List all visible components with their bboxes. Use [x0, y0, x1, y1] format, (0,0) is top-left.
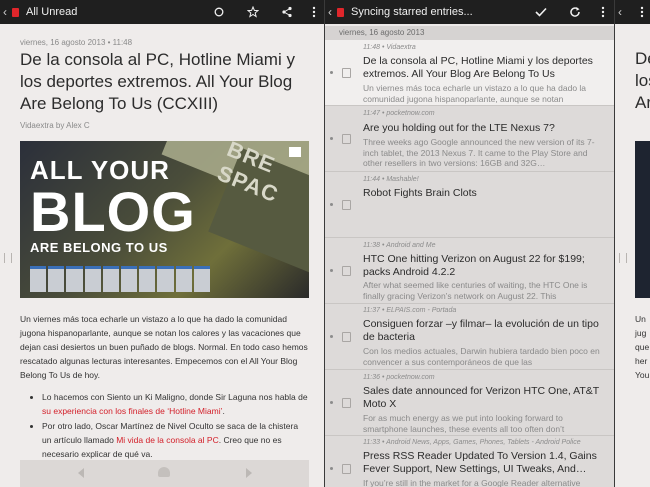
android-icon[interactable] — [158, 467, 170, 477]
article-nav-strip — [20, 460, 309, 487]
pane-drag-handle[interactable] — [619, 253, 627, 263]
share-icon[interactable] — [270, 0, 304, 24]
entry-title: Consiguen forzar –y filmar– la evolución… — [363, 318, 599, 343]
entry-row[interactable]: 11:37 • ELPAIS.com - Portada Consiguen f… — [325, 304, 614, 370]
article-hero-image[interactable] — [635, 141, 650, 298]
unread-dot-icon — [330, 335, 333, 338]
hero-screenshot-strip — [30, 266, 211, 292]
entry-snippet: If you’re still in the market for a Goog… — [363, 478, 581, 487]
back-chevron-icon[interactable]: ‹ — [615, 5, 625, 19]
entry-title: Sales date announced for Verizon HTC One… — [363, 385, 599, 410]
star-toggle-icon[interactable] — [342, 68, 351, 78]
entry-snippet: Con los medios actuales, Darwin hubiera … — [363, 346, 600, 367]
entry-snippet: Three weeks ago Google announced the new… — [363, 137, 595, 168]
unread-dot-icon — [330, 203, 333, 206]
entry-snippet: For as much energy as we put into lookin… — [363, 413, 565, 434]
mark-read-circle-icon[interactable] — [202, 0, 236, 24]
entry-row[interactable]: 11:36 • pocketnow.com Sales date announc… — [325, 370, 614, 436]
toolbar-middle: ‹ Syncing starred entries... — [325, 0, 614, 24]
article-pane-right: ‹ De l los Are Un jug que her You — [615, 0, 650, 487]
star-toggle-icon[interactable] — [342, 332, 351, 342]
article-link[interactable]: su experiencia con los finales de ‘Hotli… — [42, 406, 222, 416]
toolbar-right: ‹ — [615, 0, 650, 24]
entry-list-pane: ‹ Syncing starred entries... viernes, 16… — [325, 0, 614, 487]
article-hero-image[interactable]: BRE SPAC ALL YOUR BLOG ARE BELONG TO US — [20, 141, 309, 298]
entry-list: 11:48 • Vidaextra De la consola al PC, H… — [325, 40, 614, 487]
star-toggle-icon[interactable] — [342, 200, 351, 210]
unread-dot-icon — [330, 137, 333, 140]
unread-dot-icon — [330, 401, 333, 404]
sync-status: Syncing starred entries... — [351, 6, 473, 18]
entry-row[interactable]: 11:33 • Android News, Apps, Games, Phone… — [325, 436, 614, 487]
list-item: Por otro lado, Oscar Martínez de Nivel O… — [42, 419, 309, 461]
pane-drag-handle[interactable] — [4, 253, 12, 263]
entry-meta: 11:38 • Android and Me — [363, 242, 436, 249]
overflow-menu-icon[interactable] — [592, 0, 614, 24]
article-link[interactable]: Mi vida de la consola al PC — [116, 435, 219, 445]
entry-meta: 11:44 • Mashable! — [363, 176, 419, 183]
unread-dot-icon — [330, 467, 333, 470]
star-toggle-icon[interactable] — [342, 398, 351, 408]
entry-meta: 11:36 • pocketnow.com — [363, 374, 435, 381]
article-body-fragment: Un jug que her You — [635, 314, 650, 380]
entry-meta: 11:33 • Android News, Apps, Games, Phone… — [363, 439, 581, 446]
hero-line-2: BLOG — [30, 180, 196, 243]
entry-row[interactable]: 11:47 • pocketnow.com Are you holding ou… — [325, 106, 614, 172]
article-paragraph: Un viernes más toca echarle un vistazo a… — [20, 314, 308, 380]
refresh-icon[interactable] — [558, 0, 592, 24]
article-bullet-list: Lo hacemos con Siento un Ki Maligno, don… — [20, 390, 309, 461]
checkmark-icon[interactable] — [524, 0, 558, 24]
entry-snippet: Un viernes más toca echarle un vistazo a… — [363, 83, 587, 104]
toolbar-title: All Unread — [26, 6, 78, 18]
app-logo-icon[interactable] — [337, 7, 344, 17]
entry-row[interactable]: 11:44 • Mashable! Robot Fights Brain Clo… — [325, 172, 614, 238]
space-invader-icon — [289, 147, 301, 157]
list-item: Lo hacemos con Siento un Ki Maligno, don… — [42, 390, 309, 418]
unread-dot-icon — [330, 269, 333, 272]
article-title-fragment: De l los Are — [635, 49, 650, 112]
star-toggle-icon[interactable] — [342, 266, 351, 276]
overflow-menu-icon[interactable] — [634, 0, 650, 24]
entry-snippet: After what seemed like centuries of wait… — [363, 280, 588, 301]
article-byline[interactable]: Vidaextra by Alex C — [20, 121, 310, 130]
entry-meta: 11:48 • Vidaextra — [363, 44, 416, 51]
entry-title: De la consola al PC, Hotline Miami y los… — [363, 55, 593, 80]
back-chevron-icon[interactable]: ‹ — [325, 5, 335, 19]
entry-row[interactable]: 11:38 • Android and Me HTC One hitting V… — [325, 238, 614, 304]
toolbar-left: ‹ All Unread — [0, 0, 324, 24]
entry-meta: 11:47 • pocketnow.com — [363, 110, 435, 117]
list-date-header: viernes, 16 agosto 2013 — [325, 26, 614, 40]
article-title: De la consola al PC, Hotline Miami y los… — [20, 50, 295, 113]
article-header: viernes, 16 agosto 2013 • 11:48 De la co… — [20, 38, 310, 130]
article-date: viernes, 16 agosto 2013 • 11:48 — [20, 38, 133, 47]
previous-article-icon[interactable] — [78, 468, 84, 478]
entry-title: HTC One hitting Verizon on August 22 for… — [363, 253, 585, 278]
article-pane-left: ‹ All Unread viernes, 16 agosto 2013 • 1… — [0, 0, 324, 487]
overflow-menu-icon[interactable] — [304, 0, 324, 24]
entry-title: Press RSS Reader Updated To Version 1.4,… — [363, 450, 597, 475]
next-article-icon[interactable] — [246, 468, 252, 478]
article-body: Un viernes más toca echarle un vistazo a… — [20, 312, 309, 462]
star-toggle-icon[interactable] — [342, 134, 351, 144]
unread-dot-icon — [330, 71, 333, 74]
entry-meta: 11:37 • ELPAIS.com - Portada — [363, 307, 457, 314]
star-toggle-icon[interactable] — [342, 464, 351, 474]
entry-title: Robot Fights Brain Clots — [363, 187, 477, 199]
entry-row[interactable]: 11:48 • Vidaextra De la consola al PC, H… — [325, 40, 614, 106]
star-icon[interactable] — [236, 0, 270, 24]
entry-title: Are you holding out for the LTE Nexus 7? — [363, 122, 555, 134]
back-chevron-icon[interactable]: ‹ — [0, 5, 10, 19]
app-logo-icon[interactable] — [12, 7, 19, 17]
